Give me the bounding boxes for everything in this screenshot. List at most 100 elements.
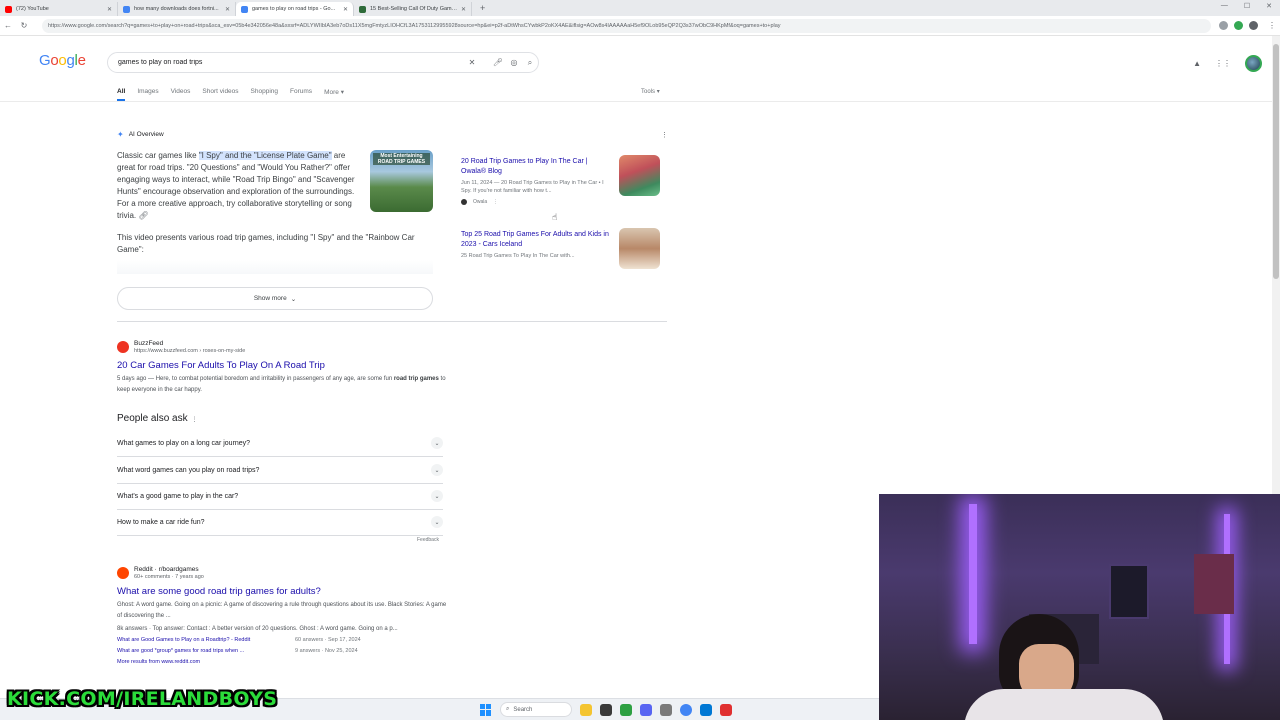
close-icon[interactable]: ✕ (225, 6, 230, 13)
tab-all[interactable]: All (117, 88, 126, 101)
menu-icon[interactable]: ⋮ (1264, 21, 1280, 30)
link-icon[interactable]: 🔗︎ (138, 211, 148, 220)
app-icon[interactable] (640, 703, 652, 716)
tab-short-videos[interactable]: Short videos (202, 88, 238, 101)
extension-icon[interactable] (1219, 21, 1228, 30)
header-divider (0, 101, 1275, 102)
buzzfeed-icon (117, 341, 129, 353)
sublink-meta: 9 answers · Nov 25, 2024 (295, 648, 358, 654)
tab-road-trip-games[interactable]: games to play on road trips - Go... ✕ (236, 2, 354, 16)
tab-youtube[interactable]: (72) YouTube ✕ (0, 2, 118, 16)
app-icon[interactable] (620, 703, 632, 716)
video-thumbnail[interactable]: Most Entertaining ROAD TRIP GAMES (370, 150, 433, 212)
search-input[interactable] (118, 59, 464, 66)
tab-more[interactable]: More ▾ (324, 88, 344, 101)
address-bar-row: ← ↻ https://www.google.com/search?q=game… (0, 16, 1280, 36)
sublink-meta: 60 answers · Sep 17, 2024 (295, 637, 361, 643)
result-title[interactable]: What are some good road trip games for a… (117, 586, 447, 598)
tab-images[interactable]: Images (137, 88, 158, 101)
sublink[interactable]: What are good *group* games for road tri… (117, 646, 447, 657)
tab-more-label: More (324, 89, 339, 96)
result-sublinks: What are Good Games to Play on a Roadtri… (117, 635, 447, 657)
thumbnail-title: Most Entertaining ROAD TRIP GAMES (373, 153, 430, 165)
more-results-link[interactable]: More results from www.reddit.com (117, 657, 447, 667)
close-icon[interactable]: ✕ (343, 6, 348, 13)
result-url: 60+ comments · 7 years ago (134, 574, 204, 580)
sublink-title[interactable]: What are good *group* games for road tri… (117, 646, 295, 657)
google-icon (241, 5, 248, 13)
back-icon[interactable]: ← (0, 21, 16, 30)
source-snippet: 25 Road Trip Games To Play In The Car wi… (461, 253, 575, 259)
source-title[interactable]: 20 Road Trip Games to Play In The Car | … (461, 157, 611, 177)
result-title[interactable]: 20 Car Games For Adults To Play On A Roa… (117, 360, 447, 372)
search-icon[interactable]: ⌕ (522, 58, 538, 68)
avatar[interactable] (1245, 55, 1262, 72)
ai-overview-text: Classic car games like "I Spy" and the "… (117, 150, 365, 222)
reload-icon[interactable]: ↻ (16, 21, 32, 30)
google-logo[interactable]: Google (39, 52, 86, 69)
tab-label: how many downloads does fortni... (134, 6, 219, 12)
app-icon[interactable] (600, 703, 612, 716)
result-site[interactable]: BuzzFeed https://www.buzzfeed.com › rose… (117, 340, 447, 355)
paa-question-label: What games to play on a long car journey… (117, 439, 251, 447)
ai-source-card[interactable]: Top 25 Road Trip Games For Adults and Ki… (461, 228, 661, 269)
sublink[interactable]: What are Good Games to Play on a Roadtri… (117, 635, 447, 646)
more-options-icon[interactable]: ⋮ (493, 199, 498, 205)
paa-question[interactable]: How to make a car ride fun? ⌄ (117, 509, 443, 536)
header-actions: ▲ ⋮⋮ (1193, 55, 1262, 72)
browser-tab-bar: (72) YouTube ✕ how many downloads does f… (0, 0, 1280, 16)
more-options-icon[interactable]: ⋮ (192, 417, 198, 423)
close-window-icon[interactable]: ✕ (1266, 2, 1272, 10)
clear-icon[interactable]: ✕ (464, 58, 480, 67)
paa-question[interactable]: What word games can you play on road tri… (117, 457, 443, 484)
show-more-button[interactable]: Show more ⌄ (117, 287, 433, 310)
chevron-down-icon: ▾ (656, 89, 660, 95)
search-result: BuzzFeed https://www.buzzfeed.com › rose… (117, 340, 447, 396)
search-icon: ⌕ (506, 706, 510, 712)
new-tab-button[interactable]: + (480, 3, 485, 13)
tools-button[interactable]: Tools ▾ (641, 88, 660, 95)
chevron-down-icon: ⌄ (431, 437, 443, 449)
source-thumbnail[interactable] (619, 155, 660, 196)
labs-icon[interactable]: ▲ (1193, 59, 1201, 68)
close-icon[interactable]: ✕ (461, 6, 466, 13)
sublink-title[interactable]: What are Good Games to Play on a Roadtri… (117, 635, 295, 646)
app-icon[interactable] (700, 703, 712, 716)
extension-icon[interactable] (1234, 21, 1243, 30)
source-thumbnail[interactable] (619, 228, 660, 269)
app-icon[interactable] (720, 703, 732, 716)
ai-overview-video-text: This video presents various road trip ga… (117, 233, 415, 254)
minimize-icon[interactable]: — (1221, 2, 1228, 10)
taskbar-search[interactable]: ⌕ Search (500, 702, 572, 717)
snippet-bold: road trip games (393, 376, 439, 382)
tab-shopping[interactable]: Shopping (251, 88, 278, 101)
feedback-link[interactable]: Feedback (417, 537, 439, 543)
source-title[interactable]: Top 25 Road Trip Games For Adults and Ki… (461, 230, 611, 250)
more-options-icon[interactable]: ⋮ (661, 131, 668, 139)
app-icon[interactable] (660, 703, 672, 716)
chrome-icon[interactable] (680, 703, 692, 716)
close-icon[interactable]: ✕ (107, 6, 112, 13)
tab-call-of-duty[interactable]: 15 Best-Selling Call Of Duty Game... ✕ (354, 2, 472, 16)
profile-icon[interactable] (1249, 21, 1258, 30)
maximize-icon[interactable]: ☐ (1244, 2, 1250, 10)
search-box[interactable]: ✕ 🎤︎ ◎ ⌕ (107, 52, 539, 73)
microphone-icon[interactable]: 🎤︎ (490, 58, 506, 67)
camera-icon[interactable]: ◎ (506, 58, 522, 67)
url-field[interactable]: https://www.google.com/search?q=games+to… (42, 18, 1211, 33)
paa-question[interactable]: What games to play on a long car journey… (117, 430, 443, 457)
source-snippet: Jun 11, 2024 — 20 Road Trip Games to Pla… (461, 180, 604, 194)
result-site-name: Reddit · r/boardgames (134, 566, 199, 573)
result-site[interactable]: Reddit · r/boardgames 60+ comments · 7 y… (117, 566, 447, 581)
paa-question[interactable]: What's a good game to play in the car? ⌄ (117, 483, 443, 510)
tab-forums[interactable]: Forums (290, 88, 312, 101)
tab-label: games to play on road trips - Go... (252, 6, 336, 12)
paa-title-label: People also ask (117, 413, 188, 424)
windows-start-icon[interactable] (480, 703, 492, 716)
apps-grid-icon[interactable]: ⋮⋮ (1215, 59, 1231, 68)
file-explorer-icon[interactable] (580, 703, 592, 716)
tab-videos[interactable]: Videos (171, 88, 191, 101)
ai-source-card[interactable]: 20 Road Trip Games to Play In The Car | … (461, 155, 661, 205)
scrollbar-thumb[interactable] (1273, 44, 1279, 279)
tab-fortnite-downloads[interactable]: how many downloads does fortni... ✕ (118, 2, 236, 16)
